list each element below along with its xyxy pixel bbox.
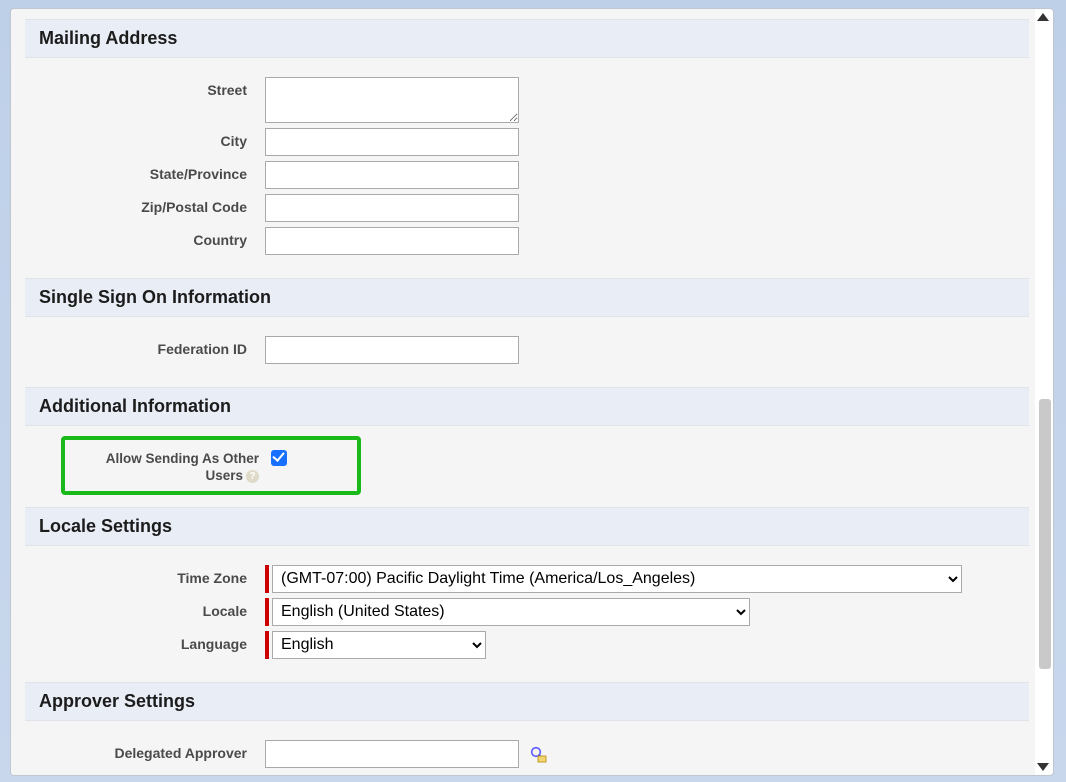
zip-input[interactable] — [265, 194, 519, 222]
street-input[interactable] — [265, 77, 519, 123]
allow-sending-highlight: Allow Sending As Other Users? — [61, 436, 361, 495]
label-timezone: Time Zone — [37, 565, 265, 588]
timezone-select[interactable]: (GMT-07:00) Pacific Daylight Time (Ameri… — [272, 565, 962, 593]
help-icon[interactable]: ? — [246, 470, 259, 483]
section-body-additional: Allow Sending As Other Users? — [37, 426, 1029, 507]
section-header-approver: Approver Settings — [25, 682, 1029, 721]
country-input[interactable] — [265, 227, 519, 255]
scroll-down-icon[interactable] — [1037, 763, 1049, 771]
locale-select[interactable]: English (United States) — [272, 598, 750, 626]
section-header-locale: Locale Settings — [25, 507, 1029, 546]
label-state: State/Province — [37, 161, 265, 184]
section-body-locale: Time Zone (GMT-07:00) Pacific Daylight T… — [37, 546, 1029, 682]
required-bar — [265, 631, 269, 659]
label-allow-sending: Allow Sending As Other Users? — [65, 446, 265, 485]
label-street: Street — [37, 77, 265, 100]
section-header-sso: Single Sign On Information — [25, 278, 1029, 317]
section-header-mailing: Mailing Address — [25, 19, 1029, 58]
label-allow-sending-text: Allow Sending As Other Users — [106, 451, 259, 483]
delegated-approver-input[interactable] — [265, 740, 519, 768]
city-input[interactable] — [265, 128, 519, 156]
federation-id-input[interactable] — [265, 336, 519, 364]
label-country: Country — [37, 227, 265, 250]
section-body-sso: Federation ID — [37, 317, 1029, 387]
lookup-icon[interactable] — [529, 745, 547, 763]
scroll-up-icon[interactable] — [1037, 13, 1049, 21]
page-background: Mailing Address Street City State/Provin… — [0, 0, 1066, 782]
label-delegated-approver: Delegated Approver — [37, 740, 265, 763]
section-body-approver: Delegated Approver — [37, 721, 1029, 776]
required-bar — [265, 598, 269, 626]
allow-sending-checkbox[interactable] — [271, 450, 287, 466]
label-federation-id: Federation ID — [37, 336, 265, 359]
label-city: City — [37, 128, 265, 151]
scrollbar-thumb[interactable] — [1039, 399, 1051, 669]
language-select[interactable]: English — [272, 631, 486, 659]
state-input[interactable] — [265, 161, 519, 189]
form-content: Mailing Address Street City State/Provin… — [11, 9, 1035, 776]
section-body-mailing: Street City State/Province Zip/Postal Co… — [37, 58, 1029, 278]
label-language: Language — [37, 631, 265, 654]
required-bar — [265, 565, 269, 593]
label-locale: Locale — [37, 598, 265, 621]
label-zip: Zip/Postal Code — [37, 194, 265, 217]
main-panel: Mailing Address Street City State/Provin… — [10, 8, 1054, 776]
section-header-additional: Additional Information — [25, 387, 1029, 426]
